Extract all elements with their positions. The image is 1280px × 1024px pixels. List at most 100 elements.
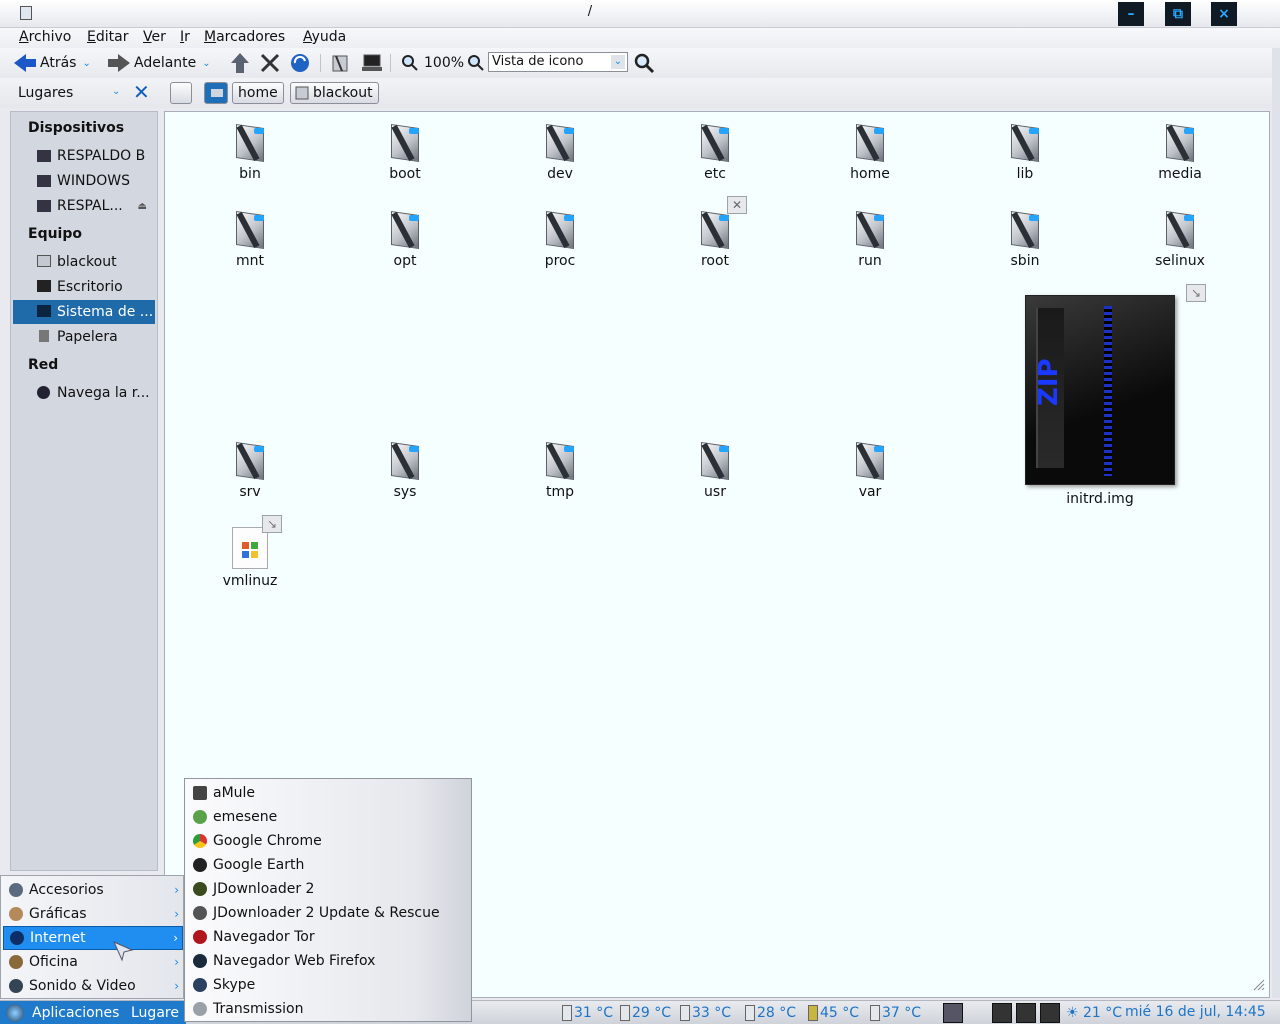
folder-item[interactable]: dev [515, 122, 605, 182]
folder-icon [544, 122, 576, 162]
chevron-right-icon: › [173, 931, 178, 945]
menu-ir[interactable]: Ir [180, 28, 190, 46]
crumb-blackout[interactable]: blackout [290, 82, 379, 104]
zoom-level[interactable]: 100% [424, 51, 464, 75]
folder-item[interactable]: proc [515, 209, 605, 269]
chevron-down-icon[interactable]: ⌄ [202, 58, 210, 69]
menu-item-amule[interactable]: aMule [187, 781, 469, 805]
g-applet-icon[interactable] [943, 1003, 963, 1023]
places-label[interactable]: Lugares [18, 85, 73, 101]
sidebar-item-windows[interactable]: WINDOWS [13, 169, 155, 193]
folder-item[interactable]: etc [670, 122, 760, 182]
desktop-icon [37, 280, 51, 292]
location-toggle-button[interactable] [170, 82, 192, 104]
up-button[interactable] [228, 51, 252, 75]
view-mode-select[interactable]: Vista de icono ⌄ [488, 52, 628, 72]
chevron-down-icon[interactable]: ⌄ [112, 86, 120, 97]
earth-icon [193, 858, 207, 872]
folder-item[interactable]: var [825, 440, 915, 500]
internet-submenu: aMule emesene Google Chrome Google Earth… [184, 778, 472, 1022]
folder-item[interactable]: mnt [205, 209, 295, 269]
folder-item[interactable]: opt [360, 209, 450, 269]
chevron-down-icon[interactable]: ⌄ [82, 58, 90, 69]
sidebar-item-respaldo-b[interactable]: RESPALDO B [13, 144, 155, 168]
sidebar-item-papelera[interactable]: Papelera [13, 325, 155, 349]
menu-item-jdownloader[interactable]: JDownloader 2 [187, 877, 469, 901]
applications-menu-button[interactable]: Aplicaciones [0, 1001, 126, 1024]
reload-button[interactable] [288, 51, 312, 75]
menu-category-internet[interactable]: Internet › [3, 926, 183, 950]
back-button[interactable]: Atrás ⌄ [14, 51, 91, 75]
menu-item-firefox[interactable]: Navegador Web Firefox [187, 949, 469, 973]
window-app-icon[interactable] [20, 6, 32, 20]
home-folder-icon [332, 55, 348, 72]
drive-tray-icon[interactable] [992, 1003, 1012, 1023]
weather[interactable]: ☀ 21 °C [1066, 1004, 1122, 1022]
forward-label: Adelante [134, 55, 197, 71]
folder-item[interactable]: selinux [1135, 209, 1225, 269]
symlink-emblem-icon: ↘ [1186, 284, 1206, 302]
menu-editar[interactable]: Editar [87, 28, 128, 46]
drive-icon [211, 89, 223, 97]
root-crumb-button[interactable] [204, 82, 228, 104]
graphics-icon [9, 907, 23, 921]
folder-item[interactable]: media [1135, 122, 1225, 182]
file-item-vmlinuz[interactable]: vmlinuz [205, 527, 295, 589]
menu-ayuda[interactable]: Ayuda [303, 28, 346, 46]
menu-item-google-chrome[interactable]: Google Chrome [187, 829, 469, 853]
forward-arrow-icon [118, 54, 130, 72]
sidebar-item-respal[interactable]: RESPAL... ⏏ [13, 194, 155, 218]
sidebar-item-escritorio[interactable]: Escritorio [13, 275, 155, 299]
zip-archive-icon[interactable]: ZIP [1025, 295, 1175, 485]
folder-item[interactable]: bin [205, 122, 295, 182]
forward-button[interactable]: Adelante ⌄ [108, 51, 211, 75]
home-button[interactable] [328, 51, 352, 75]
menu-category-sonido-video[interactable]: Sonido & Video › [3, 974, 183, 998]
zoom-out-icon [402, 55, 418, 71]
menu-archivo[interactable]: Archivo [19, 28, 71, 46]
maximize-button[interactable]: ⧉ [1165, 2, 1191, 26]
menu-ver[interactable]: Ver [143, 28, 166, 46]
drive-tray-icon[interactable] [1016, 1003, 1036, 1023]
menu-category-accesorios[interactable]: Accesorios › [3, 878, 183, 902]
eject-icon[interactable]: ⏏ [138, 201, 147, 212]
menu-item-google-earth[interactable]: Google Earth [187, 853, 469, 877]
menu-marcadores[interactable]: Marcadores [204, 28, 285, 46]
folder-item[interactable]: sys [360, 440, 450, 500]
file-item-initrd[interactable]: initrd.img [1055, 487, 1145, 507]
zoom-in-button[interactable] [464, 51, 488, 75]
folder-item[interactable]: home [825, 122, 915, 182]
menu-category-oficina[interactable]: Oficina › [3, 950, 183, 974]
folder-item[interactable]: boot [360, 122, 450, 182]
menu-item-emesene[interactable]: emesene [187, 805, 469, 829]
stop-button[interactable] [258, 51, 282, 75]
drive-tray-icon[interactable] [1040, 1003, 1060, 1023]
sidebar-item-network[interactable]: Navega la r... [13, 381, 155, 405]
minimize-button[interactable]: – [1118, 2, 1144, 26]
resize-grip-icon[interactable] [1252, 978, 1266, 992]
clock[interactable]: mié 16 de jul, 14:45 [1125, 1004, 1266, 1020]
menu-item-tor[interactable]: Navegador Tor [187, 925, 469, 949]
folder-item[interactable]: usr [670, 440, 760, 500]
drive-icon [37, 305, 51, 317]
close-sidebar-icon[interactable]: ✕ [133, 82, 150, 102]
menu-item-skype[interactable]: Skype [187, 973, 469, 997]
location-bar: Lugares ⌄ ✕ home blackout [0, 78, 1280, 108]
sidebar-item-filesystem[interactable]: Sistema de ... [13, 300, 155, 324]
folder-item[interactable]: lib [980, 122, 1070, 182]
menu-item-transmission[interactable]: Transmission [187, 997, 469, 1021]
folder-item[interactable]: tmp [515, 440, 605, 500]
search-button[interactable] [632, 51, 656, 75]
places-menu-button[interactable]: Lugare [126, 1001, 186, 1024]
zoom-out-button[interactable] [398, 51, 422, 75]
sidebar-item-blackout[interactable]: blackout [13, 250, 155, 274]
folder-item[interactable]: sbin [980, 209, 1070, 269]
crumb-home[interactable]: home [232, 82, 284, 104]
computer-button[interactable] [360, 51, 384, 75]
menu-item-jdownloader-rescue[interactable]: JDownloader 2 Update & Rescue [187, 901, 469, 925]
folder-item[interactable]: run [825, 209, 915, 269]
folder-item[interactable]: root [670, 209, 760, 269]
menu-category-graficas[interactable]: Gráficas › [3, 902, 183, 926]
close-button[interactable]: × [1211, 2, 1237, 26]
folder-item[interactable]: srv [205, 440, 295, 500]
